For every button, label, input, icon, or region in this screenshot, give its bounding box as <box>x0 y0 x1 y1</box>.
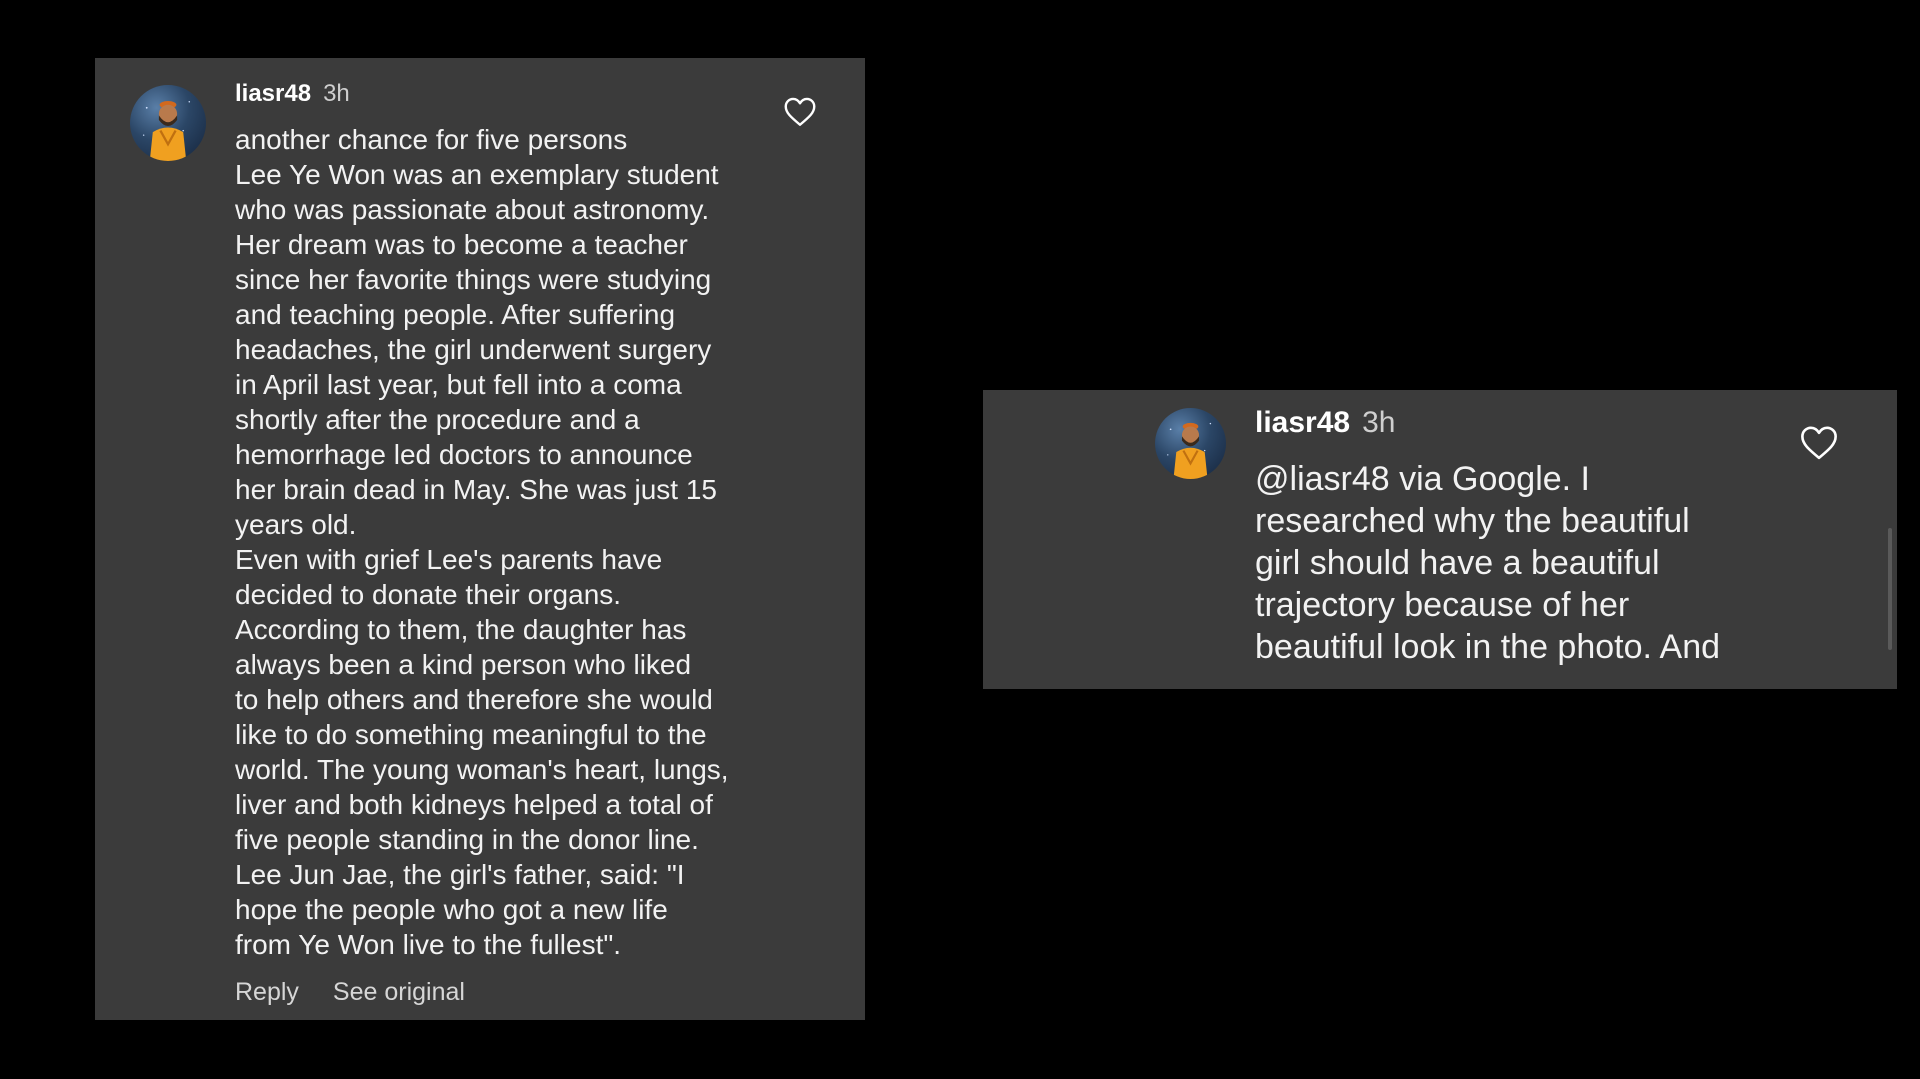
comment-text: @liasr48 via Google. I researched why th… <box>1255 460 1721 666</box>
screen: liasr48 3h another chance for five person… <box>0 0 1920 1079</box>
comment-actions: Reply See original <box>235 978 465 1007</box>
comment-meta: liasr48 3h <box>235 80 350 108</box>
comment-text: another chance for five persons Lee Ye W… <box>235 124 729 960</box>
comment-meta: liasr48 3h <box>1255 406 1395 440</box>
scrollbar[interactable] <box>1888 528 1892 650</box>
avatar[interactable] <box>130 85 206 161</box>
username[interactable]: liasr48 <box>1255 406 1350 439</box>
avatar-image <box>142 100 191 161</box>
username[interactable]: liasr48 <box>235 80 311 107</box>
timestamp: 3h <box>323 80 350 107</box>
comment-card: liasr48 3h another chance for five person… <box>95 58 865 1020</box>
reply-button[interactable]: Reply <box>235 978 299 1006</box>
avatar-image <box>1167 422 1212 479</box>
comment-card: liasr48 3h @liasr48 via Google. I researc… <box>983 390 1897 689</box>
see-original-button[interactable]: See original <box>333 978 465 1006</box>
avatar[interactable] <box>1155 408 1226 479</box>
timestamp: 3h <box>1362 406 1396 439</box>
